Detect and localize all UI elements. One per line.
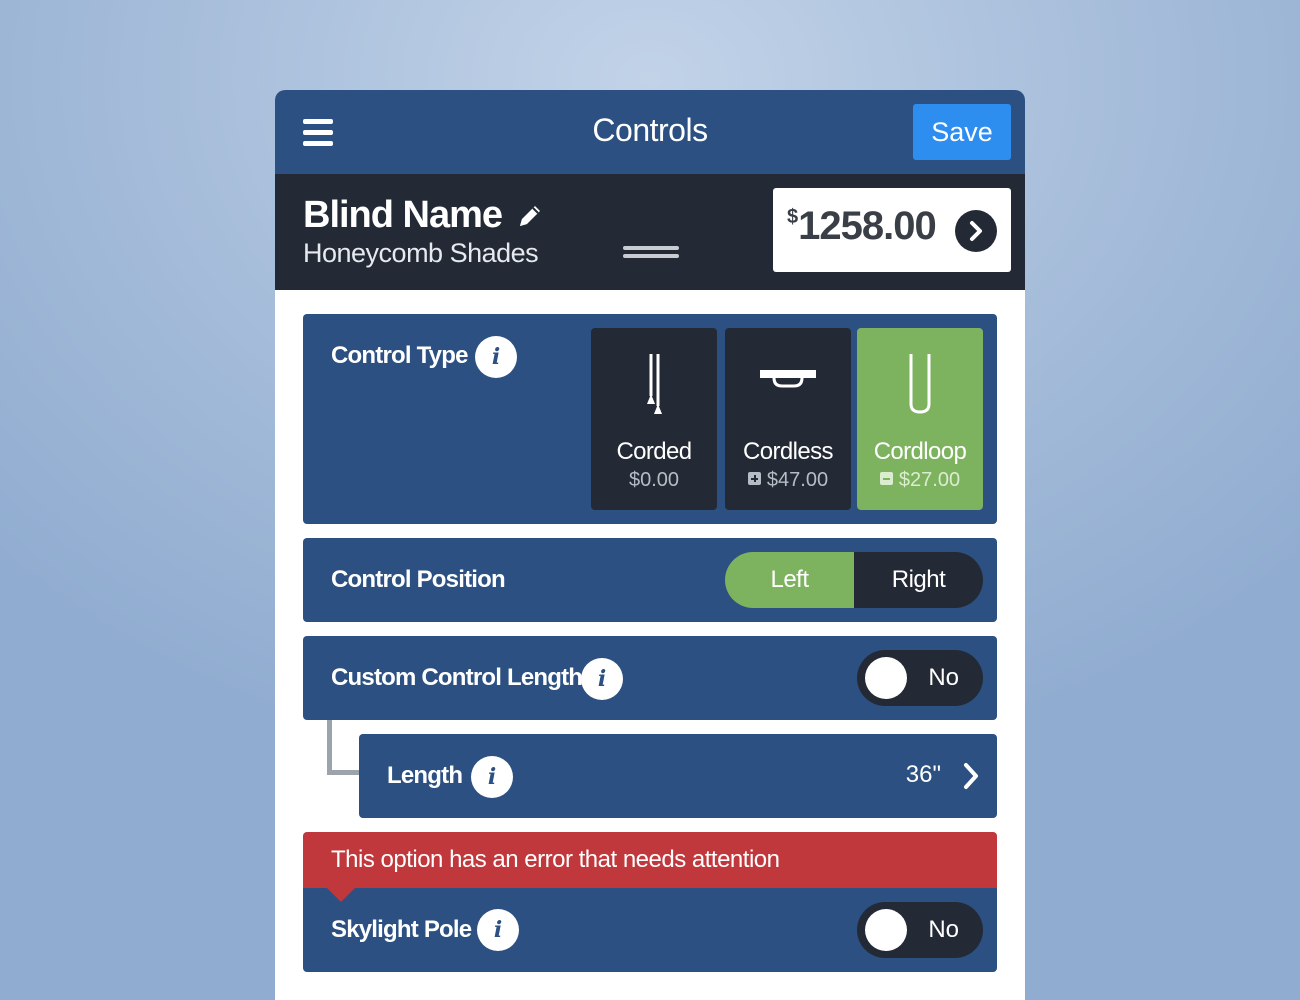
toggle-state: No [928,664,959,691]
option-label: Cordloop [873,438,967,465]
length-row[interactable]: Length i 36" [359,734,997,818]
custom-length-label: Custom Control Length [331,664,583,691]
blind-header: Blind Name Honeycomb Shades $1258.00 [275,174,1025,290]
option-price: $47.00 [725,469,851,492]
cordloop-icon [909,354,931,414]
skylight-pole-toggle[interactable]: No [857,902,983,958]
skylight-pole-label: Skylight Pole [331,916,472,943]
error-banner: This option has an error that needs atte… [303,832,997,902]
price-total: $1258.00 [787,204,937,248]
plus-icon [747,472,761,486]
control-option-cordless[interactable]: Cordless $47.00 [725,328,851,510]
toggle-knob [865,909,907,951]
error-message: This option has an error that needs atte… [331,846,780,873]
control-position-section: Control Position Left Right [303,538,997,622]
info-icon[interactable]: i [475,336,517,378]
option-label: Corded [616,438,692,465]
app-window: Controls Save Blind Name Honeycomb Shade… [275,90,1025,1000]
save-button[interactable]: Save [913,104,1011,160]
chevron-right-icon [964,763,978,789]
control-option-cordloop[interactable]: Cordloop $27.00 [857,328,983,510]
blind-name-row[interactable]: Blind Name [303,194,544,237]
cordless-icon [760,370,816,388]
control-type-label: Control Type [331,342,468,369]
length-value: 36" [905,761,941,788]
skylight-pole-section: Skylight Pole i No [303,888,997,972]
position-left-button[interactable]: Left [725,552,854,608]
control-option-corded[interactable]: Corded $0.00 [591,328,717,510]
drag-handle[interactable] [623,246,679,260]
option-label: Cordless [743,438,834,465]
control-type-section: Control Type i Corded $0.00 Cordless $47… [303,314,997,524]
pencil-icon[interactable] [516,202,544,230]
control-position-label: Control Position [331,566,506,593]
position-right-button[interactable]: Right [854,552,983,608]
position-segmented-control: Left Right [725,552,983,608]
toggle-state: No [928,916,959,943]
length-label: Length [387,762,463,789]
product-subtitle: Honeycomb Shades [303,238,539,268]
toggle-knob [865,657,907,699]
info-icon[interactable]: i [477,909,519,951]
blind-name: Blind Name [303,194,503,236]
info-icon[interactable]: i [471,756,513,798]
chevron-right-icon [955,210,997,252]
tree-connector [327,720,361,775]
corded-icon [647,354,662,414]
info-icon[interactable]: i [581,658,623,700]
option-price: $27.00 [857,469,983,492]
custom-length-toggle[interactable]: No [857,650,983,706]
top-bar: Controls Save [275,90,1025,174]
price-button[interactable]: $1258.00 [773,188,1011,272]
minus-icon [879,472,893,486]
custom-length-section: Custom Control Length i No [303,636,997,720]
option-price: $0.00 [628,469,680,491]
error-pointer [327,888,355,902]
